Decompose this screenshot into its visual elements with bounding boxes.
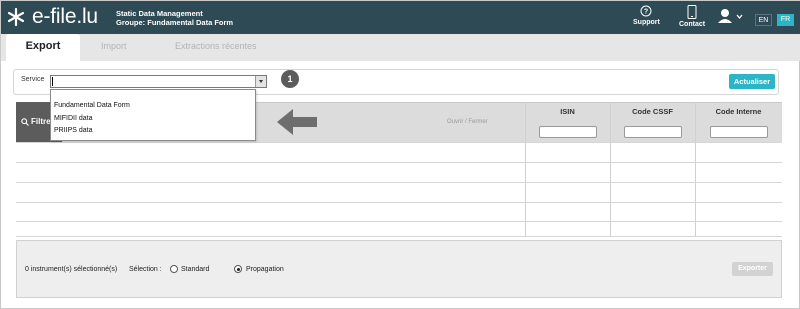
tab-import[interactable]: Import [101, 41, 127, 51]
code-interne-filter-input[interactable] [710, 126, 768, 138]
column-header-code-interne: Code Interne [715, 107, 762, 116]
radio-standard[interactable] [170, 265, 178, 273]
radio-propagation[interactable] [234, 265, 242, 273]
tab-extractions-recentes[interactable]: Extractions récentes [175, 41, 257, 51]
filter-label: Filtre [31, 117, 51, 126]
app-title-group: Groupe: Fundamental Data Form [116, 18, 234, 27]
service-label: Service [21, 76, 45, 83]
service-select[interactable] [50, 75, 267, 88]
column-separator [610, 102, 611, 237]
radio-standard-label[interactable]: Standard [181, 266, 209, 273]
help-circle-icon: ? [640, 5, 652, 17]
service-option-mifidii-data[interactable]: MIFIDII data [54, 115, 93, 122]
app-title: Static Data Management Groupe: Fundament… [116, 9, 233, 27]
code-cssf-filter-input[interactable] [624, 126, 682, 138]
service-dropdown-list: Fundamental Data Form MIFIDII data PRIIP… [50, 89, 256, 141]
language-en-button[interactable]: EN [755, 14, 772, 26]
column-header-isin: ISIN [560, 107, 575, 116]
service-option-priips-data[interactable]: PRIIPS data [54, 127, 93, 134]
step-badge: 1 [281, 70, 299, 88]
radio-propagation-label[interactable]: Propagation [246, 266, 284, 273]
table-row-divider [16, 236, 782, 237]
text-cursor [52, 77, 53, 86]
open-close-toggle[interactable]: Ouvrir / Fermer [447, 119, 488, 125]
chevron-down-icon[interactable] [255, 76, 266, 87]
export-button[interactable]: Exporter [732, 262, 773, 276]
table-row-divider [16, 162, 782, 163]
column-separator [525, 102, 526, 237]
table-row-divider [16, 142, 782, 143]
refresh-button[interactable]: Actualiser [729, 74, 775, 89]
support-label: Support [633, 19, 660, 26]
app-window: e-file.lu Static Data Management Groupe:… [0, 0, 800, 309]
selected-count: 0 instrument(s) sélectionné(s) [25, 266, 118, 273]
user-icon [718, 9, 743, 23]
table-row-divider [16, 182, 782, 183]
top-header: e-file.lu Static Data Management Groupe:… [1, 1, 800, 34]
tab-bar: Import Extractions récentes [1, 34, 800, 61]
contact-label: Contact [679, 21, 706, 28]
svg-text:?: ? [644, 9, 648, 16]
tab-export[interactable]: Export [6, 34, 80, 61]
mobile-phone-icon [687, 5, 697, 19]
app-title-name: Static Data Management [116, 9, 203, 18]
column-separator [695, 102, 696, 237]
table-row-divider [16, 202, 782, 203]
table-row-divider [16, 221, 782, 222]
isin-filter-input[interactable] [539, 126, 597, 138]
arrow-left-icon [277, 109, 317, 135]
logo-text[interactable]: e-file.lu [32, 5, 98, 29]
service-option-fundamental-data-form[interactable]: Fundamental Data Form [54, 102, 130, 109]
star-logo-icon [7, 7, 25, 27]
selection-label: Sélection : [129, 266, 162, 273]
column-header-code-cssf: Code CSSF [632, 107, 673, 116]
contact-link[interactable]: Contact [679, 5, 705, 28]
language-fr-button[interactable]: FR [777, 14, 794, 26]
user-menu[interactable] [717, 8, 745, 26]
support-link[interactable]: ? Support [633, 5, 660, 26]
search-icon [21, 118, 29, 126]
